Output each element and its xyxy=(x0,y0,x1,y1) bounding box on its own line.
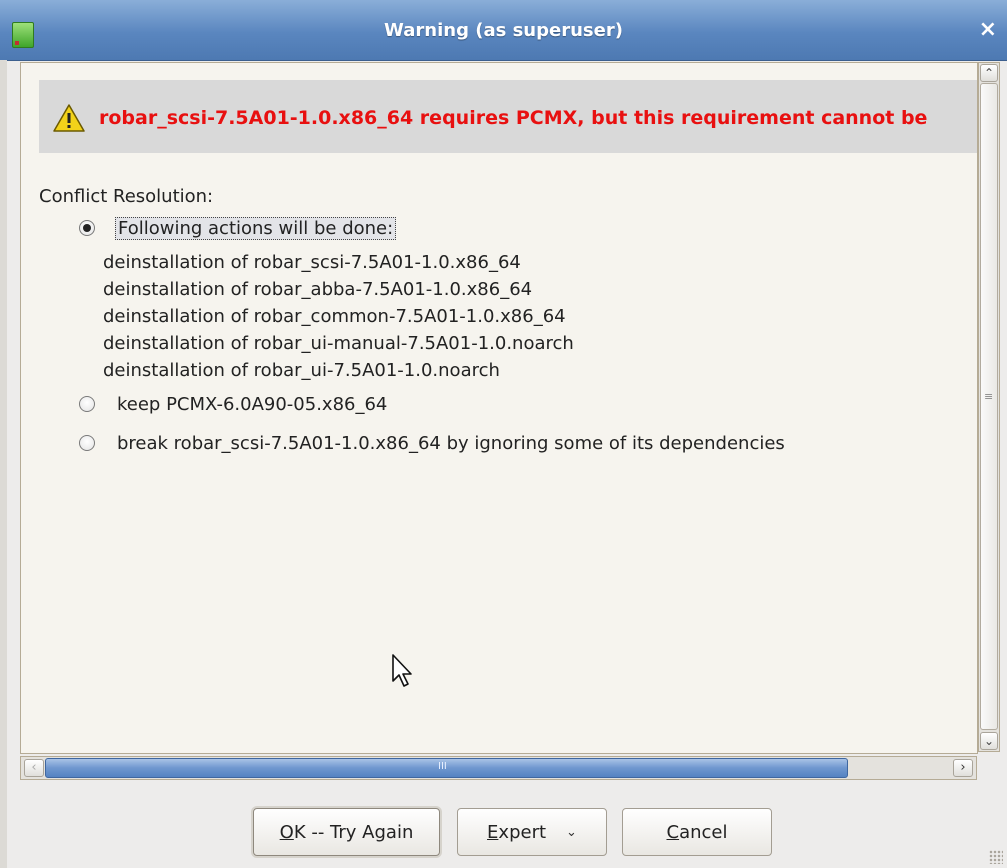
option-keep-pcmx[interactable]: keep PCMX-6.0A90-05.x86_64 xyxy=(79,391,387,417)
title-bar[interactable]: Warning (as superuser) × xyxy=(0,0,1007,61)
scroll-left-icon[interactable]: ‹ xyxy=(24,759,44,777)
option-following-actions[interactable]: Following actions will be done: xyxy=(79,215,397,241)
radio-following-actions[interactable] xyxy=(79,220,95,236)
horizontal-scroll-thumb[interactable] xyxy=(45,758,848,778)
scroll-right-icon[interactable]: › xyxy=(953,759,973,777)
warning-message: robar_scsi-7.5A01-1.0.x86_64 requires PC… xyxy=(99,107,928,129)
cancel-mnemonic: C xyxy=(666,821,680,843)
option-break-dependencies[interactable]: break robar_scsi-7.5A01-1.0.x86_64 by ig… xyxy=(79,430,785,456)
scroll-down-icon[interactable]: ⌄ xyxy=(980,732,998,750)
window-title: Warning (as superuser) xyxy=(384,20,623,41)
horizontal-scrollbar[interactable]: ‹ › xyxy=(20,756,977,780)
vertical-scrollbar[interactable]: ⌃ ⌄ xyxy=(978,62,1000,752)
action-item: deinstallation of robar_ui-manual-7.5A01… xyxy=(103,333,574,354)
radio-keep-pcmx[interactable] xyxy=(79,396,95,412)
content-area: robar_scsi-7.5A01-1.0.x86_64 requires PC… xyxy=(20,62,978,754)
scroll-up-icon[interactable]: ⌃ xyxy=(980,64,998,82)
option-label-following-actions[interactable]: Following actions will be done: xyxy=(115,216,397,240)
action-item: deinstallation of robar_common-7.5A01-1.… xyxy=(103,306,566,327)
ok-try-again-button[interactable]: OK -- Try Again xyxy=(253,808,440,856)
warning-triangle-icon xyxy=(53,104,85,132)
action-item: deinstallation of robar_abba-7.5A01-1.0.… xyxy=(103,279,533,300)
chevron-down-icon: ⌄ xyxy=(566,824,577,840)
resize-grip-icon[interactable] xyxy=(989,850,1003,864)
ok-mnemonic: O xyxy=(279,821,294,843)
ok-label: K -- Try Again xyxy=(293,821,414,843)
warning-banner: robar_scsi-7.5A01-1.0.x86_64 requires PC… xyxy=(39,80,977,153)
conflict-resolution-label: Conflict Resolution: xyxy=(39,186,214,207)
expert-button[interactable]: Expert ⌄ xyxy=(457,808,607,856)
expert-mnemonic: E xyxy=(487,821,499,843)
option-label-keep-pcmx[interactable]: keep PCMX-6.0A90-05.x86_64 xyxy=(117,394,387,415)
cancel-label: ancel xyxy=(679,821,728,843)
cancel-button[interactable]: Cancel xyxy=(622,808,772,856)
action-list: deinstallation of robar_scsi-7.5A01-1.0.… xyxy=(103,249,574,384)
window-frame-left xyxy=(0,60,7,868)
expert-label: xpert xyxy=(498,821,547,843)
action-item: deinstallation of robar_scsi-7.5A01-1.0.… xyxy=(103,252,521,273)
close-icon[interactable]: × xyxy=(979,19,997,41)
radio-break-dependencies[interactable] xyxy=(79,435,95,451)
mouse-cursor-icon xyxy=(392,654,412,687)
action-item: deinstallation of robar_ui-7.5A01-1.0.no… xyxy=(103,360,500,381)
vertical-scroll-thumb[interactable] xyxy=(980,83,998,730)
option-label-break-dependencies[interactable]: break robar_scsi-7.5A01-1.0.x86_64 by ig… xyxy=(117,433,785,454)
